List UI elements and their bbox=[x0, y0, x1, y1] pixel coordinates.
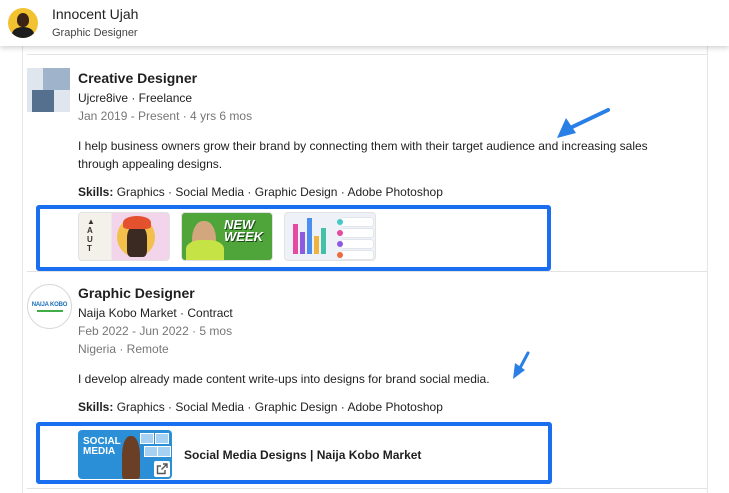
skills-line: Skills: Graphics · Social Media · Graphi… bbox=[78, 184, 703, 201]
skills-label: Skills: bbox=[78, 185, 114, 199]
annotation-arrow-icon bbox=[513, 351, 530, 379]
highlight-box bbox=[36, 205, 551, 271]
date-range: Feb 2022 - Jun 2022 · 5 mos bbox=[78, 324, 233, 338]
logo-text: NAIJA KOBO bbox=[31, 301, 68, 308]
job-description: I develop already made content write-ups… bbox=[78, 372, 490, 386]
skills-list: Graphics · Social Media · Graphic Design… bbox=[116, 400, 443, 414]
job-location: Nigeria · Remote bbox=[78, 342, 169, 356]
company-line: Ujcre8ive · Freelance bbox=[78, 91, 193, 105]
company-line: Naija Kobo Market · Contract bbox=[78, 306, 233, 320]
highlight-box bbox=[36, 422, 552, 484]
profile-summary: Innocent Ujah Graphic Designer bbox=[52, 6, 138, 41]
job-description: I help business owners grow their brand … bbox=[78, 139, 648, 171]
avatar[interactable] bbox=[8, 8, 38, 38]
profile-name[interactable]: Innocent Ujah bbox=[52, 6, 138, 23]
divider bbox=[27, 271, 707, 272]
annotation-arrow-icon bbox=[557, 108, 610, 138]
skills-line: Skills: Graphics · Social Media · Graphi… bbox=[78, 399, 703, 416]
job-title: Graphic Designer bbox=[78, 285, 195, 301]
job-title: Creative Designer bbox=[78, 70, 198, 86]
company-logo[interactable] bbox=[27, 68, 70, 112]
profile-sticky-header: Innocent Ujah Graphic Designer bbox=[0, 0, 729, 46]
skills-list: Graphics · Social Media · Graphic Design… bbox=[116, 185, 443, 199]
company-logo[interactable]: NAIJA KOBO bbox=[27, 284, 72, 329]
profile-headline: Graphic Designer bbox=[52, 26, 138, 39]
skills-label: Skills: bbox=[78, 400, 114, 414]
divider bbox=[27, 54, 707, 55]
divider bbox=[27, 488, 707, 489]
